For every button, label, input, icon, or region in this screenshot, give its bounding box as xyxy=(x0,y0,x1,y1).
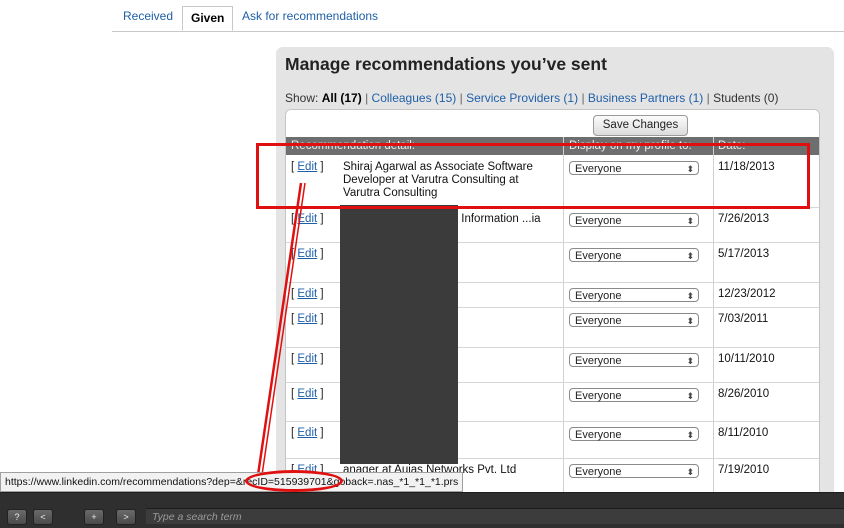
annotation-highlight-box xyxy=(256,143,810,209)
search-input[interactable]: Type a search term xyxy=(146,508,844,524)
visibility-select[interactable]: Everyone ⬍ xyxy=(569,313,699,327)
recommendation-date: 12/23/2012 xyxy=(718,288,776,300)
filter-prefix: Show: xyxy=(285,91,319,105)
filter-colleagues[interactable]: Colleagues (15) xyxy=(372,91,457,105)
edit-link-text[interactable]: Edit xyxy=(297,353,317,365)
bottom-toolbar: ? < + > Type a search term xyxy=(0,492,844,528)
recommendation-date: 7/19/2010 xyxy=(718,464,770,476)
edit-link[interactable]: [ Edit ] xyxy=(291,427,324,439)
edit-link[interactable]: [ Edit ] xyxy=(291,353,324,365)
edit-link-text[interactable]: Edit xyxy=(297,427,317,439)
visibility-value: Everyone xyxy=(575,355,622,367)
visibility-select[interactable]: Everyone ⬍ xyxy=(569,353,699,367)
filter-students: Students (0) xyxy=(713,91,779,105)
edit-link[interactable]: [ Edit ] xyxy=(291,213,324,225)
forward-button[interactable]: > xyxy=(116,509,136,525)
recommendation-date: 7/03/2011 xyxy=(718,313,769,325)
select-arrows-icon: ⬍ xyxy=(686,356,694,366)
select-arrows-icon: ⬍ xyxy=(686,291,694,301)
select-arrows-icon: ⬍ xyxy=(686,391,694,401)
tab-ask-for-recommendations[interactable]: Ask for recommendations xyxy=(242,9,378,23)
select-arrows-icon: ⬍ xyxy=(686,467,694,477)
edit-link[interactable]: [ Edit ] xyxy=(291,388,324,400)
visibility-value: Everyone xyxy=(575,290,622,302)
help-button[interactable]: ? xyxy=(7,509,27,525)
visibility-value: Everyone xyxy=(575,215,622,227)
redaction-block xyxy=(340,205,458,464)
recommendation-date: 8/11/2010 xyxy=(718,427,769,439)
edit-link-text[interactable]: Edit xyxy=(297,248,317,260)
recommendation-date: 7/26/2013 xyxy=(718,213,770,225)
visibility-select[interactable]: Everyone ⬍ xyxy=(569,213,699,227)
filter-service-providers[interactable]: Service Providers (1) xyxy=(466,91,578,105)
panel-title: Manage recommendations you’ve sent xyxy=(285,54,607,74)
visibility-value: Everyone xyxy=(575,390,622,402)
recommendation-date: 5/17/2013 xyxy=(718,248,770,260)
tabs-underline xyxy=(112,31,844,32)
edit-link[interactable]: [ Edit ] xyxy=(291,313,324,325)
filter-all[interactable]: All (17) xyxy=(322,91,362,105)
add-button[interactable]: + xyxy=(84,509,104,525)
select-arrows-icon: ⬍ xyxy=(686,430,694,440)
visibility-select[interactable]: Everyone ⬍ xyxy=(569,388,699,402)
edit-link[interactable]: [ Edit ] xyxy=(291,248,324,260)
visibility-value: Everyone xyxy=(575,315,622,327)
select-arrows-icon: ⬍ xyxy=(686,316,694,326)
save-bar: Save Changes xyxy=(286,110,819,137)
edit-link-text[interactable]: Edit xyxy=(297,388,317,400)
select-arrows-icon: ⬍ xyxy=(686,251,694,261)
visibility-value: Everyone xyxy=(575,466,622,478)
visibility-value: Everyone xyxy=(575,429,622,441)
filter-business-partners[interactable]: Business Partners (1) xyxy=(588,91,703,105)
recommendation-tabs: Received Given Ask for recommendations xyxy=(112,6,844,32)
filter-bar: Show: All (17) | Colleagues (15) | Servi… xyxy=(285,91,779,105)
visibility-select[interactable]: Everyone ⬍ xyxy=(569,288,699,302)
edit-link-text[interactable]: Edit xyxy=(297,213,317,225)
edit-link-text[interactable]: Edit xyxy=(297,313,317,325)
annotation-highlight-oval xyxy=(245,470,343,492)
select-arrows-icon: ⬍ xyxy=(686,216,694,226)
visibility-select[interactable]: Everyone ⬍ xyxy=(569,248,699,262)
visibility-select[interactable]: Everyone ⬍ xyxy=(569,464,699,478)
back-button[interactable]: < xyxy=(33,509,53,525)
visibility-value: Everyone xyxy=(575,250,622,262)
tab-received[interactable]: Received xyxy=(123,9,173,23)
save-changes-button[interactable]: Save Changes xyxy=(593,115,688,136)
recommendation-date: 8/26/2010 xyxy=(718,388,770,400)
visibility-select[interactable]: Everyone ⬍ xyxy=(569,427,699,441)
edit-link-text[interactable]: Edit xyxy=(297,288,317,300)
recommendation-date: 10/11/2010 xyxy=(718,353,775,365)
edit-link[interactable]: [ Edit ] xyxy=(291,288,324,300)
tab-given[interactable]: Given xyxy=(182,6,234,31)
status-bar-url: https://www.linkedin.com/recommendations… xyxy=(0,472,464,492)
